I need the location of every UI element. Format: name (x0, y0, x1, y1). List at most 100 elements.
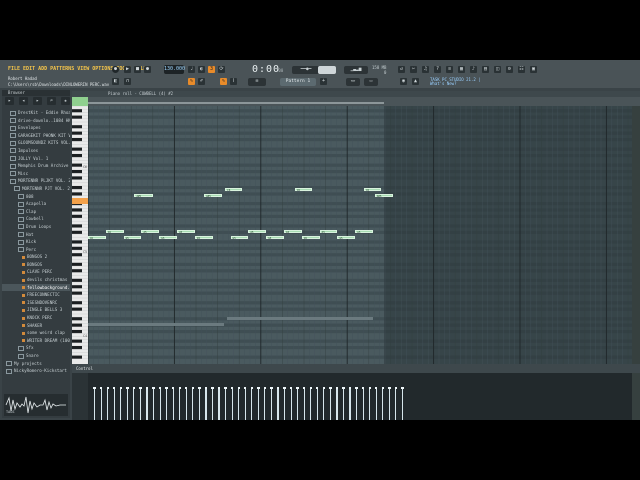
velocity-bar[interactable] (211, 387, 215, 420)
note[interactable]: G5 (194, 236, 213, 240)
browser-file[interactable]: fellowbackground.pers (2, 283, 70, 292)
help-icon[interactable]: ? (434, 66, 441, 73)
note[interactable]: A#5 (134, 194, 153, 198)
note[interactable]: G5 (266, 236, 284, 240)
velocity-bar[interactable] (93, 387, 97, 420)
browser-file[interactable]: devils christmas (2, 276, 70, 284)
browser-folder[interactable]: JOLLY Vol. 1 (2, 155, 70, 163)
play-button[interactable]: ▶ (124, 66, 131, 73)
velocity-bar[interactable] (270, 387, 273, 420)
note[interactable]: A5 (355, 230, 374, 234)
slice-tool-icon[interactable]: ⌇ (230, 78, 237, 85)
channel-rack-icon[interactable]: ▦ (458, 66, 465, 73)
velocity-bar[interactable] (126, 387, 129, 420)
note[interactable]: G5 (88, 236, 106, 240)
velocity-bar[interactable] (152, 387, 156, 420)
note[interactable]: A#5 (204, 194, 223, 198)
velocity-lane[interactable] (88, 373, 632, 420)
velocity-bar[interactable] (322, 387, 326, 420)
mixer-icon[interactable]: ♪ (470, 66, 477, 73)
menu-item-view[interactable]: VIEW (77, 66, 89, 72)
disk-icon[interactable]: ▣ (530, 66, 537, 73)
velocity-bar[interactable] (145, 387, 149, 420)
velocity-bar[interactable] (394, 387, 398, 420)
pat-song-icon[interactable]: ● (112, 66, 119, 73)
velocity-bar[interactable] (191, 387, 195, 420)
velocity-bar[interactable] (283, 387, 287, 420)
browser-folder[interactable]: My projects (2, 360, 70, 368)
draw-tool-icon[interactable]: ✎ (188, 78, 195, 85)
browser-folder[interactable]: 808 (2, 193, 70, 201)
pattern-arrows[interactable]: ◂▸ (346, 78, 360, 86)
browser-file[interactable]: WRITER DREAM (100p (2, 337, 70, 345)
browser-file[interactable]: ISESNDOVENRC (2, 299, 70, 307)
velocity-bar[interactable] (230, 387, 234, 420)
add-pattern-button[interactable]: + (320, 78, 327, 85)
event-target-label[interactable]: Control (76, 366, 93, 371)
velocity-bar[interactable] (374, 387, 378, 420)
select-tool-icon[interactable]: ✎ (220, 78, 227, 85)
velocity-bar[interactable] (184, 387, 188, 420)
velocity-bar[interactable] (329, 387, 332, 420)
browser-folder[interactable]: Cowbell (2, 215, 70, 223)
browser-star-icon[interactable]: ★ (61, 97, 70, 105)
piano-keyboard[interactable]: C6 C5 C4 (72, 105, 88, 364)
browser-file[interactable]: CLAVE PERC (2, 268, 70, 276)
news-panel[interactable]: TASK PC STUDIO 21.2 | What's New? (430, 78, 481, 86)
note[interactable]: A5 (319, 230, 338, 234)
paint-tool-icon[interactable]: ✐ (198, 78, 205, 85)
browser-file[interactable]: BONGOS (2, 261, 70, 269)
cut-icon[interactable]: ✂ (410, 66, 417, 73)
velocity-bar[interactable] (158, 387, 162, 420)
plugin-icon[interactable]: ⚙ (506, 66, 513, 73)
velocity-bar[interactable] (263, 387, 267, 420)
note[interactable]: G5 (123, 236, 142, 240)
menu-item-file[interactable]: FILE (8, 66, 20, 72)
magnet-icon[interactable]: ∩ (124, 78, 131, 85)
velocity-bar[interactable] (361, 387, 365, 420)
velocity-bar[interactable] (224, 387, 228, 420)
note[interactable]: G5 (301, 236, 320, 240)
velocity-bar[interactable] (99, 387, 103, 420)
pattern-selector[interactable]: Pattern 1 (280, 78, 316, 86)
arrow-icon[interactable]: ▲ (412, 78, 419, 85)
browser-folder[interactable]: MORTENNR PJT VOL. 2 (2, 185, 70, 193)
browser-folder[interactable]: Memphis Drum Archive (2, 162, 70, 170)
stop-button[interactable]: ■ (134, 66, 141, 73)
note[interactable]: A5 (177, 230, 195, 234)
master-pitch-icon[interactable] (318, 66, 336, 74)
countdown-icon[interactable]: 3 (208, 66, 215, 73)
note[interactable]: G5 (159, 236, 178, 240)
browser-file[interactable]: KNOCK PERC (2, 314, 70, 322)
velocity-bar[interactable] (296, 387, 300, 420)
note[interactable]: C6 (294, 188, 313, 192)
playlist-icon[interactable]: ≡ (446, 66, 453, 73)
note[interactable]: A#5 (374, 194, 394, 198)
browser-folder[interactable]: drive-downlo..1084 HNZ-NBT (2, 117, 70, 125)
velocity-bar[interactable] (198, 387, 201, 420)
browser-file[interactable]: SHAKER (2, 322, 70, 330)
velocity-bar[interactable] (119, 387, 123, 420)
velocity-bar[interactable] (139, 387, 142, 420)
loop-record-icon[interactable]: ⟳ (218, 66, 225, 73)
note[interactable]: A5 (248, 230, 267, 234)
velocity-bar[interactable] (335, 387, 339, 420)
browser-folder[interactable]: Perc (2, 246, 70, 254)
velocity-bar[interactable] (171, 387, 175, 420)
note-grid[interactable]: A#5 A#5 C6 C6 C6 A#5 G5 A5 G5 A5 G5 A5 G5 G5 A5 G5 A5 G5 A… (88, 106, 632, 364)
velocity-bar[interactable] (165, 387, 169, 420)
browser-folder[interactable]: Impulses (2, 147, 70, 155)
velocity-bar[interactable] (401, 387, 404, 420)
note[interactable]: A5 (284, 230, 302, 234)
undo-icon[interactable]: ↺ (398, 66, 405, 73)
velocity-bar[interactable] (106, 387, 110, 420)
note[interactable]: G5 (230, 236, 249, 240)
browser-menu-icon[interactable]: ▸ (5, 97, 14, 105)
browser-folder[interactable]: NickyRomero-Kickstart (2, 367, 70, 375)
velocity-bar[interactable] (368, 387, 372, 420)
note[interactable]: A5 (141, 230, 160, 234)
snap-select[interactable]: ⊞ (248, 78, 266, 86)
velocity-bar[interactable] (243, 387, 247, 420)
master-volume-slider[interactable]: ━━●━ (292, 66, 320, 74)
velocity-bar[interactable] (348, 387, 352, 420)
